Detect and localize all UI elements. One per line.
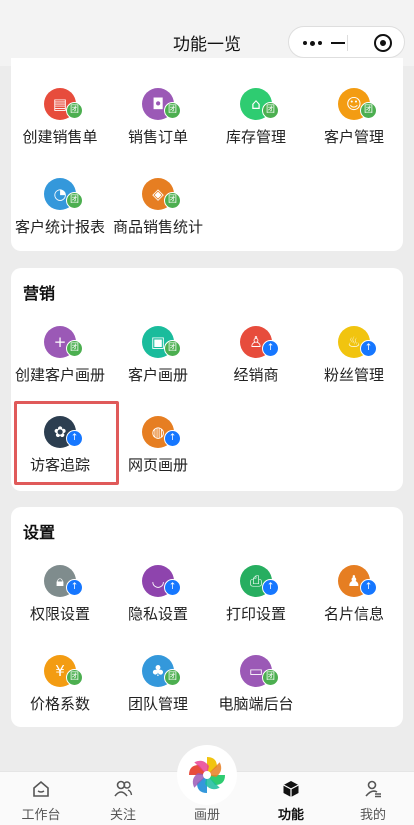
item-dealer[interactable]: ♙ ↑ 经销商 bbox=[207, 326, 305, 406]
item-print-settings[interactable]: ⎙ ↑ 打印设置 bbox=[207, 565, 305, 645]
tab-label: 我的 bbox=[359, 808, 386, 823]
item-label: 经销商 bbox=[233, 366, 279, 384]
item-web-album[interactable]: ◍ ↑ 网页画册 bbox=[109, 416, 207, 496]
minimize-icon[interactable] bbox=[331, 42, 345, 44]
item-label: 客户统计报表 bbox=[14, 218, 105, 236]
item-create-sales-order[interactable]: ▤ 团 创建销售单 bbox=[11, 88, 109, 168]
item-fan-mgmt[interactable]: ♨ ↑ 粉丝管理 bbox=[305, 326, 403, 406]
team-badge-icon: 团 bbox=[66, 192, 83, 209]
upgrade-badge-icon: ↑ bbox=[262, 579, 279, 596]
team-badge-icon: 团 bbox=[164, 102, 181, 119]
item-create-customer-album[interactable]: + 团 创建客户画册 bbox=[11, 326, 109, 406]
follow-icon bbox=[114, 780, 133, 797]
item-label: 客户画册 bbox=[127, 366, 188, 384]
item-label: 创建客户画册 bbox=[14, 366, 105, 384]
team-badge-icon: 团 bbox=[164, 669, 181, 686]
cube-icon bbox=[283, 781, 299, 797]
upgrade-badge-icon: ↑ bbox=[360, 340, 377, 357]
team-badge-icon: 团 bbox=[360, 102, 377, 119]
album-center-button[interactable] bbox=[177, 745, 237, 805]
section-title: 营销 bbox=[23, 284, 56, 303]
item-label: 隐私设置 bbox=[127, 605, 188, 623]
item-label: 网页画册 bbox=[127, 456, 188, 474]
item-team-mgmt[interactable]: ♣ 团 团队管理 bbox=[109, 655, 207, 735]
item-sales-orders[interactable]: ◘ 团 销售订单 bbox=[109, 88, 207, 168]
team-badge-icon: 团 bbox=[262, 669, 279, 686]
item-inventory[interactable]: ⌂ 团 库存管理 bbox=[207, 88, 305, 168]
item-product-sales-stats[interactable]: ◈ 团 商品销售统计 bbox=[109, 178, 207, 258]
profile-icon bbox=[365, 780, 381, 798]
team-badge-icon: 团 bbox=[66, 340, 83, 357]
tab-functions[interactable]: 功能 bbox=[250, 772, 332, 825]
tab-label: 功能 bbox=[277, 808, 304, 823]
item-label: 价格系数 bbox=[29, 695, 90, 713]
settings-card: 设置 🔒︎ ↑ 权限设置 ◡ ↑ 隐私设置 ⎙ ↑ 打印设置 ♟ ↑ 名片信息 … bbox=[11, 507, 403, 727]
item-label: 粉丝管理 bbox=[323, 366, 384, 384]
upgrade-badge-icon: ↑ bbox=[360, 579, 377, 596]
item-privacy-settings[interactable]: ◡ ↑ 隐私设置 bbox=[109, 565, 207, 645]
capsule-divider bbox=[347, 35, 348, 51]
tab-label: 工作台 bbox=[21, 808, 61, 823]
mini-program-capsule bbox=[288, 26, 405, 58]
tab-follow[interactable]: 关注 bbox=[82, 772, 164, 825]
home-icon bbox=[33, 780, 49, 797]
team-badge-icon: 团 bbox=[164, 192, 181, 209]
item-customer-report[interactable]: ◔ 团 客户统计报表 bbox=[11, 178, 109, 258]
section-title: 设置 bbox=[23, 523, 56, 542]
tab-label: 关注 bbox=[109, 808, 136, 823]
highlight-box bbox=[14, 401, 119, 485]
item-label: 团队管理 bbox=[127, 695, 188, 713]
pinwheel-icon bbox=[189, 757, 225, 793]
team-badge-icon: 团 bbox=[164, 340, 181, 357]
item-label: 库存管理 bbox=[225, 128, 286, 146]
item-price-coefficient[interactable]: ¥ 团 价格系数 bbox=[11, 655, 109, 735]
more-menu-icon[interactable] bbox=[303, 40, 322, 46]
tab-label: 画册 bbox=[193, 808, 220, 823]
item-label: 商品销售统计 bbox=[112, 218, 203, 236]
upgrade-badge-icon: ↑ bbox=[262, 340, 279, 357]
upgrade-badge-icon: ↑ bbox=[66, 579, 83, 596]
app-header: 功能一览 bbox=[0, 0, 414, 66]
item-label: 电脑端后台 bbox=[218, 695, 294, 713]
item-customer-album[interactable]: ▣ 团 客户画册 bbox=[109, 326, 207, 406]
tab-workbench[interactable]: 工作台 bbox=[0, 772, 82, 825]
close-target-icon[interactable] bbox=[374, 34, 392, 52]
item-pc-backend[interactable]: ▭ 团 电脑端后台 bbox=[207, 655, 305, 735]
team-badge-icon: 团 bbox=[262, 102, 279, 119]
item-card-info[interactable]: ♟ ↑ 名片信息 bbox=[305, 565, 403, 645]
item-label: 销售订单 bbox=[127, 128, 188, 146]
team-badge-icon: 团 bbox=[66, 102, 83, 119]
item-label: 打印设置 bbox=[225, 605, 286, 623]
item-label: 客户管理 bbox=[323, 128, 384, 146]
tab-mine[interactable]: 我的 bbox=[332, 772, 414, 825]
upgrade-badge-icon: ↑ bbox=[164, 430, 181, 447]
item-label: 创建销售单 bbox=[22, 128, 98, 146]
item-customer-mgmt[interactable]: ☺ 团 客户管理 bbox=[305, 88, 403, 168]
item-label: 权限设置 bbox=[29, 605, 90, 623]
item-label: 名片信息 bbox=[323, 605, 384, 623]
top-functions-card: ▤ 团 创建销售单 ◘ 团 销售订单 ⌂ 团 库存管理 ☺ 团 客户管理 ◔ 团… bbox=[11, 58, 403, 251]
team-badge-icon: 团 bbox=[66, 669, 83, 686]
upgrade-badge-icon: ↑ bbox=[164, 579, 181, 596]
item-permission-settings[interactable]: 🔒︎ ↑ 权限设置 bbox=[11, 565, 109, 645]
